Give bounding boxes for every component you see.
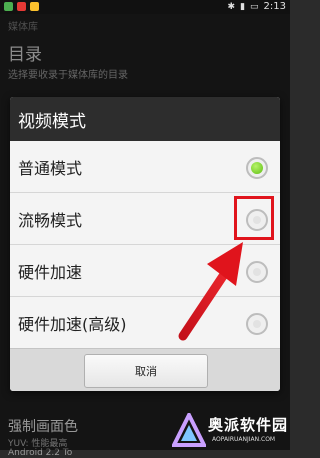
radio-unselected-icon[interactable]	[246, 260, 268, 283]
option-hardware-acceleration[interactable]: 硬件加速	[10, 245, 280, 297]
dialog-footer: 取消	[10, 348, 280, 391]
radio-selected-icon[interactable]	[246, 156, 268, 179]
watermark-logo-icon	[172, 413, 206, 447]
option-label: 硬件加速	[18, 262, 83, 282]
battery-icon: ▭	[250, 1, 259, 12]
status-bar: ✱ ▮ ▭ 2:13	[0, 0, 290, 14]
status-icons-left	[4, 2, 39, 11]
option-normal-mode[interactable]: 普通模式	[10, 141, 280, 193]
option-label: 普通模式	[18, 158, 83, 178]
signal-icon: ▮	[240, 1, 246, 12]
watermark-subtext: AOPAIRUANJIAN.COM	[212, 436, 276, 443]
watermark-text: 奥派软件园	[208, 416, 289, 434]
option-hardware-acceleration-advanced[interactable]: 硬件加速(高级)	[10, 297, 280, 349]
status-icons-right: ✱ ▮ ▭ 2:13	[228, 1, 286, 12]
status-time: 2:13	[263, 1, 286, 12]
dialog-title: 视频模式	[10, 97, 280, 141]
video-mode-dialog: 视频模式 普通模式 流畅模式 硬件加速 硬件加速(高级) 取消	[10, 97, 280, 391]
notification-icon	[4, 2, 13, 11]
watermark: 奥派软件园 AOPAIRUANJIAN.COM	[170, 410, 290, 450]
notification-icon	[30, 2, 39, 11]
highlight-box	[234, 196, 274, 240]
option-label: 流畅模式	[18, 210, 83, 230]
cancel-button[interactable]: 取消	[84, 354, 208, 388]
option-label: 硬件加速(高级)	[18, 315, 127, 334]
bluetooth-icon: ✱	[227, 1, 236, 12]
radio-unselected-icon[interactable]	[246, 313, 268, 335]
notification-icon	[17, 2, 26, 11]
